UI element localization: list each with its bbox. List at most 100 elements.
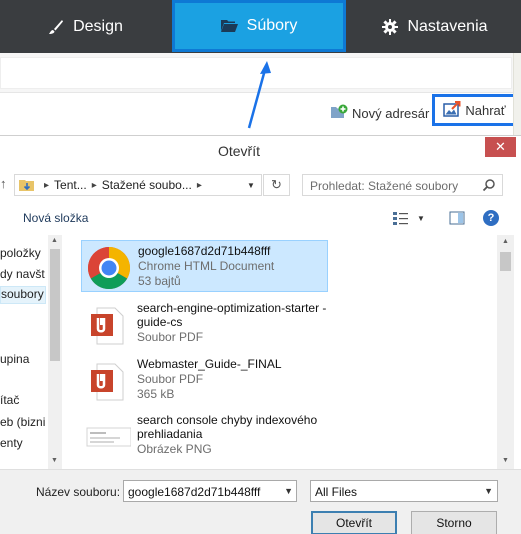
brush-icon bbox=[47, 18, 65, 36]
file-list-scrollbar[interactable]: ▲ ▼ bbox=[497, 235, 514, 469]
nav-item-label: ítač bbox=[0, 393, 20, 407]
tab-files[interactable]: Súbory bbox=[172, 0, 346, 52]
tab-settings[interactable]: Nastavenia bbox=[348, 0, 521, 53]
tab-design-label: Design bbox=[73, 17, 123, 35]
file-item[interactable]: Webmaster_Guide-_FINAL Soubor PDF 365 kB bbox=[81, 354, 328, 406]
scroll-up-icon[interactable]: ▲ bbox=[502, 238, 509, 245]
nav-item[interactable]: enty bbox=[0, 436, 46, 454]
folder-download-icon bbox=[19, 180, 34, 191]
filename-label: Název souboru: bbox=[36, 485, 121, 499]
tab-settings-label: Nastavenia bbox=[407, 17, 488, 35]
file-type-value: All Files bbox=[315, 485, 358, 499]
view-list-icon bbox=[393, 212, 408, 225]
nav-item[interactable]: eb (bizni bbox=[0, 415, 46, 433]
pdf-icon bbox=[91, 363, 124, 401]
breadcrumb-separator-icon: ▸ bbox=[91, 179, 97, 191]
new-folder-command[interactable]: Nová složka bbox=[23, 211, 88, 225]
new-folder-button[interactable]: Nový adresár bbox=[330, 103, 429, 123]
command-bar: Nová složka ▼ ? bbox=[0, 204, 521, 232]
chrome-icon bbox=[87, 247, 131, 290]
folder-open-icon bbox=[221, 17, 239, 35]
file-name: search console chyby indexového prehliad… bbox=[137, 413, 318, 441]
preview-pane-icon bbox=[449, 211, 465, 225]
upload-icon bbox=[443, 100, 461, 120]
image-icon bbox=[86, 427, 131, 447]
tab-files-label: Súbory bbox=[246, 17, 298, 34]
path-strip bbox=[0, 53, 521, 93]
file-type-select[interactable]: All Files ▼ bbox=[310, 480, 498, 502]
nav-item[interactable]: ítač bbox=[0, 393, 46, 411]
new-folder-label: Nový adresár bbox=[352, 105, 430, 121]
breadcrumb-segment-1[interactable]: Tent... bbox=[54, 178, 87, 192]
file-item[interactable]: search console chyby indexového prehliad… bbox=[81, 410, 328, 466]
new-folder-icon bbox=[330, 104, 348, 123]
scrollbar-thumb[interactable] bbox=[500, 252, 511, 271]
tab-design[interactable]: Design bbox=[0, 0, 170, 53]
scroll-down-icon[interactable]: ▼ bbox=[51, 457, 58, 464]
file-type: Chrome HTML Document bbox=[138, 259, 275, 273]
cancel-button[interactable]: Storno bbox=[411, 511, 497, 534]
file-list: google1687d2d71b448fff Chrome HTML Docum… bbox=[66, 235, 496, 469]
search-icon bbox=[482, 179, 495, 192]
refresh-button[interactable]: ↻ bbox=[263, 174, 290, 196]
file-item[interactable]: search-engine-optimization-starter -guid… bbox=[81, 298, 328, 350]
nav-item-label: eb (bizni bbox=[0, 415, 46, 429]
navigation-scrollbar[interactable]: ▲ ▼ bbox=[48, 235, 62, 469]
file-name: google1687d2d71b448fff bbox=[138, 244, 271, 258]
chevron-down-icon[interactable]: ▼ bbox=[484, 486, 493, 496]
search-placeholder: Prohledat: Stažené soubory bbox=[310, 179, 459, 193]
scroll-down-icon[interactable]: ▼ bbox=[502, 457, 509, 464]
file-size: 53 bajtů bbox=[138, 274, 181, 288]
view-dropdown-icon: ▼ bbox=[417, 213, 425, 223]
file-toolbar: Nový adresár Nahrať bbox=[0, 93, 521, 133]
change-view-button[interactable]: ▼ bbox=[393, 210, 433, 226]
upload-label: Nahrať bbox=[465, 102, 506, 118]
scroll-up-icon[interactable]: ▲ bbox=[51, 237, 58, 244]
refresh-icon: ↻ bbox=[271, 177, 282, 192]
file-item[interactable]: google1687d2d71b448fff Chrome HTML Docum… bbox=[81, 240, 328, 292]
file-name: Webmaster_Guide-_FINAL bbox=[137, 357, 282, 371]
help-icon: ? bbox=[487, 212, 495, 224]
nav-item-label: enty bbox=[0, 436, 23, 450]
nav-item[interactable]: položky bbox=[0, 246, 46, 264]
address-bar[interactable]: ▸ Tent... ▸ Stažené soubo... ▸ ▼ bbox=[14, 174, 262, 196]
chevron-down-icon[interactable]: ▼ bbox=[284, 486, 293, 496]
scrollbar-thumb[interactable] bbox=[50, 249, 60, 361]
nav-item-label: upina bbox=[0, 352, 30, 366]
nav-item-selected[interactable]: soubory bbox=[0, 286, 46, 304]
open-file-dialog: Otevřít ✕ ↑ ▸ Tent... ▸ Stažené soubo...… bbox=[0, 135, 521, 534]
open-button[interactable]: Otevřít bbox=[311, 511, 397, 534]
filename-input[interactable]: google1687d2d71b448fff ▼ bbox=[123, 480, 297, 502]
upload-button[interactable]: Nahrať bbox=[432, 94, 517, 126]
breadcrumb-segment-2[interactable]: Stažené soubo... bbox=[102, 178, 192, 192]
file-name: search-engine-optimization-starter -guid… bbox=[137, 301, 327, 329]
file-type: Soubor PDF bbox=[137, 330, 204, 344]
nav-item[interactable]: dy navšt bbox=[0, 267, 46, 285]
filename-value: google1687d2d71b448fff bbox=[128, 485, 261, 499]
address-row: ↑ ▸ Tent... ▸ Stažené soubo... ▸ ▼ ↻ Pro… bbox=[0, 170, 521, 198]
help-button[interactable]: ? bbox=[483, 210, 499, 226]
dialog-footer: Název souboru: google1687d2d71b448fff ▼ … bbox=[0, 469, 521, 534]
search-input[interactable]: Prohledat: Stažené soubory bbox=[302, 174, 503, 196]
path-strip-box bbox=[0, 57, 512, 89]
dialog-titlebar: Otevřít ✕ bbox=[0, 136, 521, 165]
breadcrumb-separator-icon: ▸ bbox=[44, 179, 50, 191]
top-nav: Design Súbory Nastavenia bbox=[0, 0, 521, 53]
file-type: Obrázek PNG bbox=[137, 442, 212, 456]
nav-item-label: položky bbox=[0, 246, 41, 260]
dialog-title: Otevřít bbox=[217, 143, 260, 159]
up-arrow-icon[interactable]: ↑ bbox=[0, 176, 7, 191]
close-button[interactable]: ✕ bbox=[485, 137, 516, 157]
breadcrumb-separator-icon: ▸ bbox=[196, 179, 202, 191]
nav-item-label: soubory bbox=[1, 287, 44, 301]
close-icon: ✕ bbox=[495, 139, 506, 154]
nav-item-label: dy navšt bbox=[0, 267, 45, 281]
file-type: Soubor PDF bbox=[137, 372, 204, 386]
address-dropdown-icon[interactable]: ▼ bbox=[241, 175, 261, 195]
gear-icon bbox=[381, 18, 399, 36]
page: Design Súbory Nastavenia Nový adresár Na… bbox=[0, 0, 521, 534]
pdf-icon bbox=[91, 307, 124, 345]
nav-item[interactable]: upina bbox=[0, 352, 46, 370]
preview-pane-button[interactable] bbox=[449, 210, 465, 226]
file-size: 365 kB bbox=[137, 387, 175, 401]
